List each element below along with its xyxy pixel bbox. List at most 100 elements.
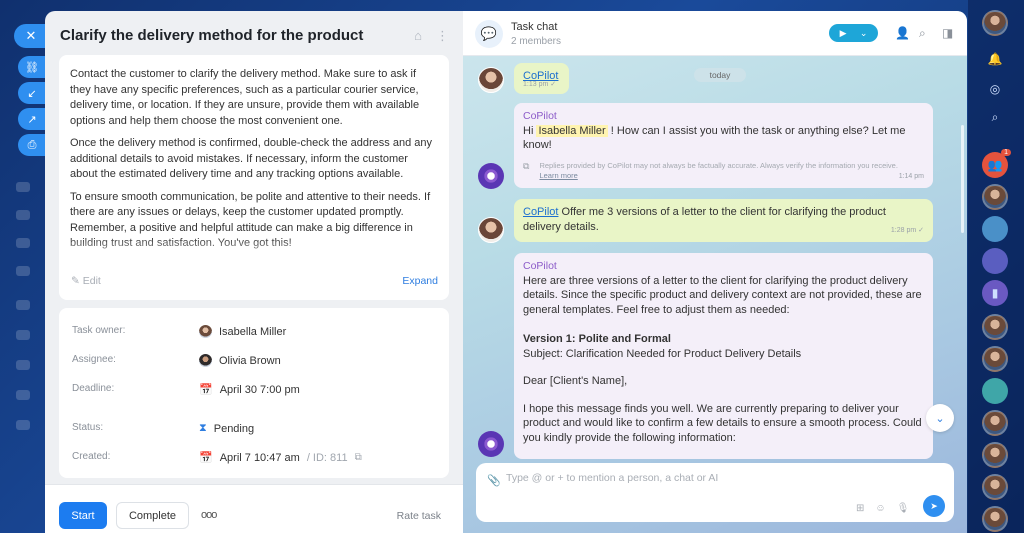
avatar[interactable]	[478, 217, 504, 243]
more-actions-button[interactable]: ooo	[201, 509, 217, 521]
deadline-value[interactable]: 📅 April 30 7:00 pm	[199, 383, 300, 397]
current-user-avatar[interactable]	[982, 10, 1008, 36]
attach-icon[interactable]: 📎	[487, 474, 501, 487]
contact-avatar[interactable]	[982, 474, 1008, 500]
bot-message: CoPilot Hi Isabella Miller ! How can I a…	[514, 103, 933, 188]
contact-avatar[interactable]	[982, 346, 1008, 372]
status-label: Status:	[72, 422, 104, 433]
assignee-name: Olivia Brown	[219, 354, 281, 367]
deadline-label: Deadline:	[72, 383, 115, 394]
ghost-menu-item	[16, 360, 30, 370]
collapse-button[interactable]: ↙	[18, 82, 46, 104]
open-new-window-button[interactable]: ↗	[18, 108, 46, 130]
complete-button[interactable]: Complete	[116, 502, 189, 529]
created-label: Created:	[72, 451, 111, 462]
video-camera-icon: ▶	[839, 27, 847, 38]
ghost-menu-item	[16, 330, 30, 340]
app-left-sidebar: ✕ ⛓ ↙ ↗ ⎙	[0, 0, 48, 533]
contact-avatar[interactable]	[982, 184, 1008, 210]
description-paragraph: Once the delivery method is confirmed, d…	[70, 137, 432, 180]
avatar[interactable]	[478, 67, 504, 93]
close-slider-button[interactable]: ✕	[14, 24, 48, 48]
description-fade	[59, 237, 449, 267]
group-chat-icon[interactable]: 👥 1	[982, 149, 1011, 178]
contact-avatar[interactable]	[982, 442, 1008, 468]
copy-link-button[interactable]: ⛓	[18, 56, 46, 78]
search-icon[interactable]: ⌕	[919, 26, 926, 41]
chevron-down-icon: ⌄	[935, 412, 945, 425]
edit-button[interactable]: ✎ Edit	[71, 275, 101, 287]
disclaimer-body: Replies provided by CoPilot may not alwa…	[539, 161, 898, 170]
add-user-icon[interactable]: 👤	[895, 26, 910, 40]
contact-avatar[interactable]	[982, 216, 1008, 242]
task-title: Clarify the delivery method for the prod…	[60, 27, 364, 44]
task-header-actions: ⌂ ⋮	[414, 28, 449, 44]
expand-button[interactable]: Expand	[402, 275, 438, 287]
user-message: CoPilot 1:13 pm ✓	[514, 63, 569, 94]
copilot-icon[interactable]: ◎	[982, 76, 1008, 102]
ghost-menu-item	[16, 238, 30, 248]
bot-message: CoPilot Here are three versions of a let…	[514, 253, 933, 459]
mention-name[interactable]: Isabella Miller	[536, 124, 608, 137]
external-link-icon: ↗	[27, 113, 37, 126]
mention-link[interactable]: CoPilot	[523, 206, 558, 218]
text-fragment: Hi	[523, 124, 534, 137]
letter-body: I hope this message finds you well. We a…	[523, 402, 922, 444]
contact-avatar[interactable]	[982, 410, 1008, 436]
send-button[interactable]: ➤	[923, 495, 945, 517]
avatar	[199, 325, 212, 338]
unread-badge: 1	[1001, 149, 1011, 156]
task-id: / ID: 811	[306, 451, 348, 464]
chat-scrollbar[interactable]	[961, 125, 964, 233]
scroll-to-bottom-button[interactable]: ⌄	[926, 404, 954, 432]
contact-avatar[interactable]	[982, 248, 1008, 274]
emoji-icon[interactable]: ☺	[875, 503, 885, 514]
status-text: Pending	[213, 422, 255, 435]
calendar-icon: 📅	[199, 452, 213, 464]
sidebar-toggle-icon[interactable]: ◨	[942, 26, 953, 40]
contact-avatar[interactable]	[982, 314, 1008, 340]
copilot-avatar[interactable]	[478, 163, 504, 189]
learn-more-link[interactable]: Learn more	[539, 171, 577, 180]
rate-task-button[interactable]: Rate task	[397, 510, 441, 522]
user-message: CoPilot Offer me 3 versions of a letter …	[514, 199, 933, 242]
ghost-menu-item	[16, 300, 30, 310]
search-icon[interactable]: ⌕	[982, 104, 1008, 130]
chat-icon: 💬	[475, 20, 503, 48]
microphone-icon[interactable]: 🎙	[897, 503, 910, 514]
start-button[interactable]: Start	[59, 502, 107, 529]
owner-label: Task owner:	[72, 325, 126, 336]
message-time: 1:28 pm ✓	[890, 226, 924, 234]
contact-avatar[interactable]	[982, 378, 1008, 404]
status-value: ⧗ Pending	[199, 422, 254, 435]
chat-panel: 💬 Task chat 2 members ▶ ⌄ 👤 ⌕ ◨ today CoP…	[463, 11, 967, 533]
bookmark-icon[interactable]: ▮	[982, 280, 1008, 306]
chevron-down-icon: ⌄	[859, 27, 868, 38]
description-paragraph: Contact the customer to clarify the deli…	[70, 68, 420, 127]
copy-icon[interactable]: ⧉	[523, 161, 529, 181]
assignee-value[interactable]: Olivia Brown	[199, 354, 281, 367]
message-input[interactable]	[506, 472, 926, 484]
notifications-icon[interactable]: 🔔	[982, 46, 1008, 72]
home-icon[interactable]: ⌂	[414, 28, 422, 44]
print-icon: ⎙	[27, 138, 37, 151]
sender-name: CoPilot	[523, 260, 557, 272]
created-text: April 7 10:47 am	[219, 451, 300, 464]
task-properties-card: Task owner: Isabella Miller Assignee: Ol…	[59, 308, 449, 478]
copy-icon[interactable]: ⧉	[355, 452, 362, 463]
video-call-button[interactable]: ▶ ⌄	[829, 24, 878, 42]
copilot-avatar[interactable]	[478, 431, 504, 457]
ghost-menu-item	[16, 182, 30, 192]
more-vertical-icon[interactable]: ⋮	[436, 28, 449, 44]
owner-value[interactable]: Isabella Miller	[199, 325, 286, 338]
avatar	[199, 354, 212, 367]
task-footer: Start Complete ooo Rate task	[45, 484, 463, 533]
contact-avatar[interactable]	[982, 506, 1008, 532]
print-button[interactable]: ⎙	[18, 134, 46, 156]
apps-grid-icon[interactable]: ⊞	[856, 503, 864, 514]
arrow-down-left-icon: ↙	[27, 87, 37, 100]
letter-subject: Subject: Clarification Needed for Produc…	[523, 347, 802, 360]
chat-members[interactable]: 2 members	[511, 36, 561, 47]
